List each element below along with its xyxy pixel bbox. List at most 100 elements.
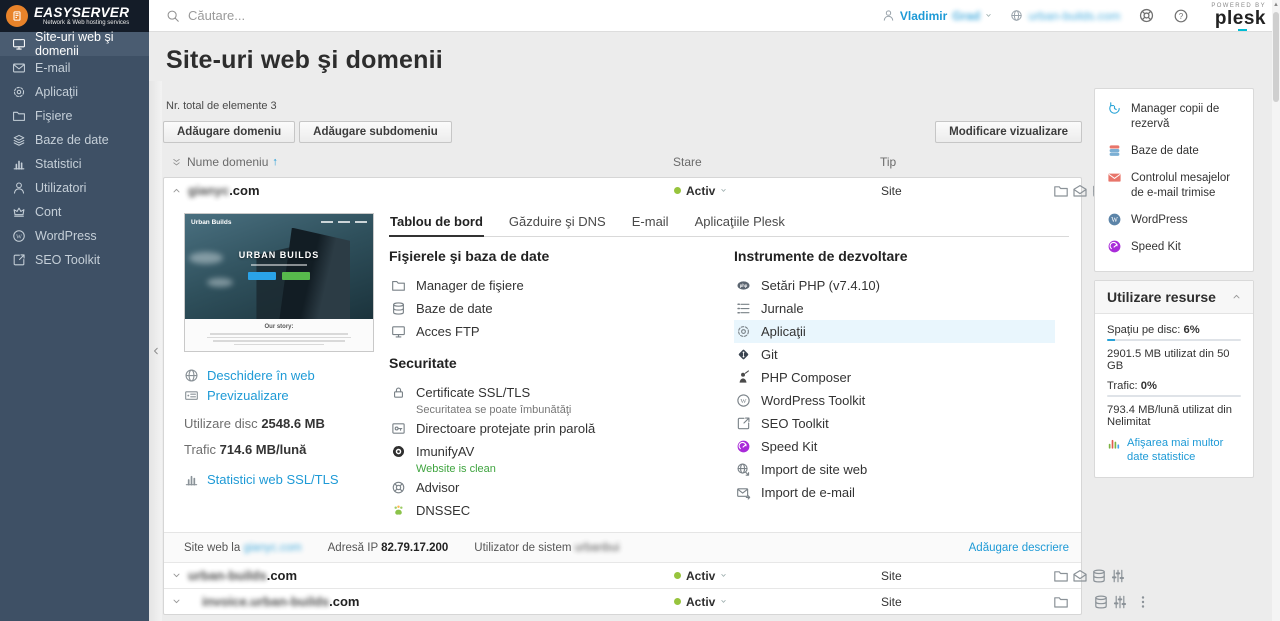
seo-icon <box>736 416 751 431</box>
php-settings-item[interactable]: Setări PHP (v7.4.10) <box>734 274 1069 297</box>
more-statistics-link[interactable]: Afişarea mai multor date statistice <box>1107 436 1241 465</box>
git-item[interactable]: Git <box>734 343 1069 366</box>
system-user: Utilizator de sistem urbanbui <box>474 542 619 554</box>
open-in-web-link[interactable]: Deschidere în web <box>184 365 389 385</box>
search-bar <box>166 8 882 23</box>
sidebar-item-applications[interactable]: Aplicaţii <box>0 80 149 104</box>
website-import-item[interactable]: Import de site web <box>734 458 1069 481</box>
database-icon[interactable] <box>1093 594 1109 610</box>
dnssec-item[interactable]: DNSSEC <box>389 499 734 522</box>
sidebar-item-statistics[interactable]: Statistici <box>0 152 149 176</box>
sidebar-item-account[interactable]: Cont <box>0 200 149 224</box>
imunifyav-item[interactable]: ImunifyAV <box>389 440 734 463</box>
website-at-label: Site web la gianyc.com <box>184 542 302 554</box>
actions-toolbar: Adăugare domeniu Adăugare subdomeniu Mod… <box>163 121 1082 143</box>
database-icon[interactable] <box>1091 568 1107 584</box>
sidebar-item-label: E-mail <box>35 61 70 75</box>
tab-dashboard[interactable]: Tablou de bord <box>389 211 484 237</box>
help-ring-icon[interactable] <box>1138 7 1155 24</box>
speed-kit-tool-item[interactable]: Speed Kit <box>1107 240 1241 255</box>
search-input[interactable] <box>188 8 488 23</box>
globe-icon <box>184 368 199 383</box>
settings-sliders-icon[interactable] <box>1110 568 1126 584</box>
change-view-button[interactable]: Modificare vizualizare <box>935 121 1082 143</box>
add-subdomain-button[interactable]: Adăugare subdomeniu <box>299 121 452 143</box>
resource-usage-header[interactable]: Utilizare resurse <box>1095 281 1253 314</box>
settings-sliders-icon[interactable] <box>1112 594 1128 610</box>
backup-manager-item[interactable]: Manager copii de rezervă <box>1107 102 1241 132</box>
speed-kit-item[interactable]: Speed Kit <box>734 435 1069 458</box>
sidebar-item-email[interactable]: E-mail <box>0 56 149 80</box>
search-icon[interactable] <box>166 9 180 23</box>
user-icon <box>882 9 895 22</box>
collapse-row-icon[interactable] <box>172 186 188 195</box>
current-domain-link[interactable]: urban-builds.com <box>1010 9 1120 23</box>
user-menu[interactable]: Vladimir Grad <box>882 9 992 23</box>
domain-name-link[interactable]: gianyc.com <box>188 183 674 198</box>
domain-name-link[interactable]: urban-builds.com <box>188 568 674 583</box>
sidebar-item-seo-toolkit[interactable]: SEO Toolkit <box>0 248 149 272</box>
preview-link[interactable]: Previzualizare <box>184 385 389 405</box>
files-icon[interactable] <box>1053 568 1069 584</box>
page-header: Site-uri web şi domenii <box>149 32 1280 86</box>
wordpress-tool-item[interactable]: WordPress <box>1107 213 1241 228</box>
more-actions-icon[interactable] <box>1135 594 1151 610</box>
sidebar-item-users[interactable]: Utilizatori <box>0 176 149 200</box>
domain-name-link[interactable]: invoice.urban-builds.com <box>188 594 674 609</box>
expand-row-icon[interactable] <box>172 597 188 606</box>
lock-icon <box>391 385 406 400</box>
thumb-heading: URBAN BUILDS <box>185 250 373 260</box>
page-scrollbar[interactable]: ▲ <box>1272 0 1280 621</box>
git-icon <box>736 347 751 362</box>
applications-item[interactable]: Aplicaţii <box>734 320 1055 343</box>
advisor-item[interactable]: Advisor <box>389 476 734 499</box>
tab-email[interactable]: E-mail <box>631 211 670 236</box>
status-dropdown[interactable]: Activ <box>674 595 881 609</box>
website-link-blurred[interactable]: gianyc.com <box>243 542 301 554</box>
add-description-link[interactable]: Adăugare descriere <box>969 542 1069 554</box>
outgoing-mail-control-item[interactable]: Controlul mesajelor de e-mail trimise <box>1107 171 1241 201</box>
wordpress-toolkit-item[interactable]: WordPress Toolkit <box>734 389 1069 412</box>
column-header-domain[interactable]: Nume domeniu ↑ <box>187 155 673 169</box>
question-help-icon[interactable] <box>1173 8 1189 24</box>
sidebar-item-websites-domains[interactable]: Site-uri web şi domenii <box>0 32 149 56</box>
status-dropdown[interactable]: Activ <box>674 569 881 583</box>
mail-icon[interactable] <box>1072 183 1088 199</box>
databases-item[interactable]: Baze de date <box>389 297 734 320</box>
database-color-icon <box>1107 143 1122 158</box>
ftp-access-item[interactable]: Acces FTP <box>389 320 734 343</box>
domains-list-card: gianyc.com Activ Site <box>163 177 1082 615</box>
sidebar-collapse-handle[interactable] <box>149 81 162 621</box>
web-statistics-link[interactable]: Statistici web SSL/TLS <box>184 469 389 489</box>
email-import-item[interactable]: Import de e-mail <box>734 481 1069 504</box>
site-screenshot[interactable]: Urban Builds URBAN BUILDS Our story: <box>184 213 374 352</box>
scrollbar-thumb[interactable] <box>1273 12 1279 102</box>
sidebar-item-files[interactable]: Fişiere <box>0 104 149 128</box>
file-manager-item[interactable]: Manager de fişiere <box>389 274 734 297</box>
seo-toolkit-item[interactable]: SEO Toolkit <box>734 412 1069 435</box>
brand-logo[interactable]: EASYSERVER Network & Web hosting service… <box>0 0 149 32</box>
add-domain-button[interactable]: Adăugare domeniu <box>163 121 295 143</box>
chevron-up-icon <box>1232 292 1241 301</box>
tab-plesk-apps[interactable]: Aplicaţiile Plesk <box>694 211 786 236</box>
mail-icon[interactable] <box>1072 568 1088 584</box>
logs-item[interactable]: Jurnale <box>734 297 1069 320</box>
protected-directories-item[interactable]: Directoare protejate prin parolă <box>389 417 734 440</box>
user-icon <box>12 181 26 195</box>
tab-hosting-dns[interactable]: Găzduire şi DNS <box>508 211 607 236</box>
dashboard-main: Tablou de bord Găzduire şi DNS E-mail Ap… <box>389 211 1081 522</box>
disk-progress-bar <box>1107 339 1241 341</box>
collapse-all-icon[interactable] <box>171 157 187 168</box>
files-icon[interactable] <box>1053 183 1069 199</box>
expand-row-icon[interactable] <box>172 571 188 580</box>
domain-suffix: .com <box>267 568 297 583</box>
sidebar-item-wordpress[interactable]: WordPress <box>0 224 149 248</box>
php-composer-item[interactable]: PHP Composer <box>734 366 1069 389</box>
databases-tool-item[interactable]: Baze de date <box>1107 144 1241 159</box>
status-dropdown[interactable]: Activ <box>674 184 881 198</box>
scroll-up-arrow[interactable]: ▲ <box>1273 0 1279 10</box>
brand-tagline: Network & Web hosting services <box>34 20 129 26</box>
sidebar-item-databases[interactable]: Baze de date <box>0 128 149 152</box>
files-icon[interactable] <box>1053 594 1069 610</box>
ssl-certificates-item[interactable]: Certificate SSL/TLS <box>389 381 734 404</box>
